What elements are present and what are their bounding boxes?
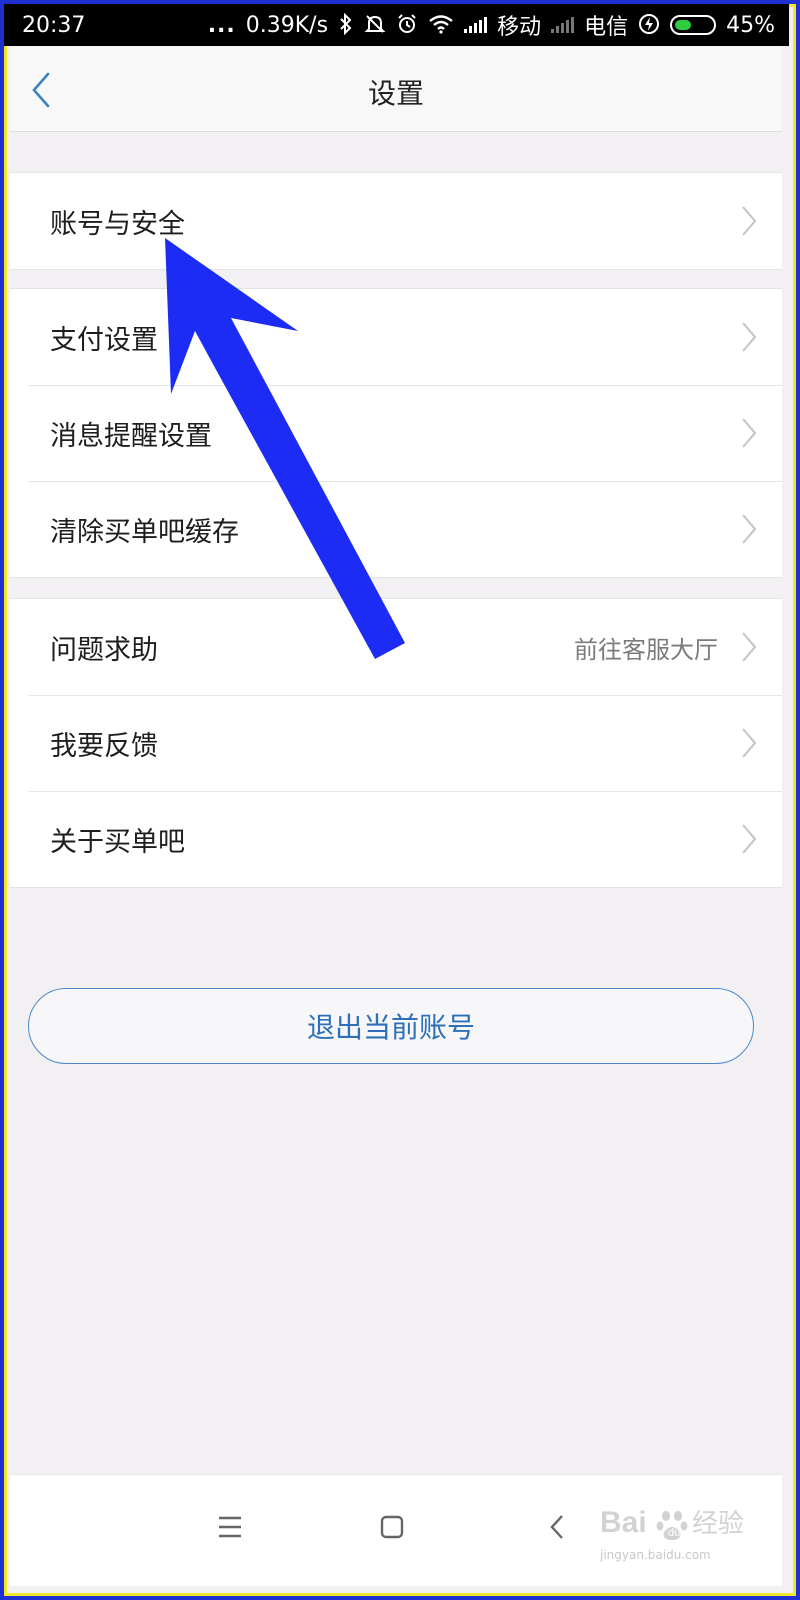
network-speed: 0.39K/s: [245, 12, 329, 38]
back-icon: [550, 1515, 563, 1539]
menu-item-label: 账号与安全: [50, 208, 185, 240]
mute-bell-icon: [364, 13, 386, 38]
status-dots: ...: [207, 12, 236, 38]
menu-item-help[interactable]: 问题求助 前往客服大厅: [10, 599, 782, 695]
menu-item-notification-settings[interactable]: 消息提醒设置: [10, 385, 782, 481]
wifi-icon: [428, 14, 454, 37]
settings-group-account: 账号与安全: [10, 172, 782, 270]
battery-percent: 45%: [726, 12, 775, 38]
menu-item-label: 清除买单吧缓存: [50, 516, 239, 548]
battery-fill: [675, 20, 692, 30]
svg-text:经验: 经验: [692, 1509, 744, 1539]
menu-item-label: 我要反馈: [50, 730, 158, 762]
logout-button[interactable]: 退出当前账号: [28, 988, 754, 1064]
settings-group-help: 问题求助 前往客服大厅 我要反馈 关于买单吧: [10, 598, 782, 888]
menu-item-label: 消息提醒设置: [50, 420, 212, 452]
watermark-url: jingyan.baidu.com: [600, 1548, 711, 1562]
bluetooth-icon: [338, 12, 354, 38]
home-icon: [380, 1515, 404, 1539]
menu-item-account-security[interactable]: 账号与安全: [10, 173, 782, 269]
carrier-1: 移动: [497, 15, 542, 40]
signal-icon: [551, 17, 575, 33]
chevron-right-icon: [742, 322, 757, 352]
chevron-right-icon: [742, 418, 757, 448]
settings-group-general: 支付设置 消息提醒设置 清除买单吧缓存: [10, 288, 782, 578]
status-bar: 20:37 ... 0.39K/s 移动 电信 45%: [4, 4, 789, 46]
page-title: 设置: [367, 77, 424, 110]
chevron-right-icon: [742, 514, 757, 544]
menu-item-payment-settings[interactable]: 支付设置: [10, 289, 782, 385]
home-button[interactable]: [372, 1507, 412, 1547]
menu-button[interactable]: [210, 1507, 250, 1547]
menu-item-label: 支付设置: [50, 324, 158, 356]
menu-item-hint: 前往客服大厅: [574, 635, 718, 664]
svg-text:du: du: [668, 1527, 680, 1539]
status-right: ... 0.39K/s 移动 电信 45%: [208, 9, 775, 41]
charging-icon: [638, 13, 660, 38]
menu-item-label: 关于买单吧: [50, 826, 185, 858]
menu-item-about[interactable]: 关于买单吧: [10, 791, 782, 887]
baidu-paw-logo: Bai du 经验: [600, 1506, 744, 1540]
alarm-icon: [396, 13, 418, 38]
chevron-right-icon: [742, 728, 757, 758]
menu-item-label: 问题求助: [50, 634, 158, 666]
chevron-right-icon: [742, 206, 757, 236]
chevron-right-icon: [742, 632, 757, 662]
signal-icon: [464, 17, 488, 33]
menu-item-feedback[interactable]: 我要反馈: [10, 695, 782, 791]
menu-icon: [219, 1516, 241, 1538]
carrier-2: 电信: [584, 15, 629, 40]
system-back-button[interactable]: [538, 1507, 578, 1547]
nav-header: 设置: [10, 46, 782, 132]
svg-text:Bai: Bai: [600, 1506, 647, 1539]
menu-item-clear-cache[interactable]: 清除买单吧缓存: [10, 481, 782, 577]
battery-icon: [670, 15, 717, 35]
status-time: 20:37: [22, 12, 86, 38]
watermark: Bai du 经验 jingyan.baidu.com: [600, 1498, 750, 1568]
chevron-right-icon: [742, 824, 757, 854]
